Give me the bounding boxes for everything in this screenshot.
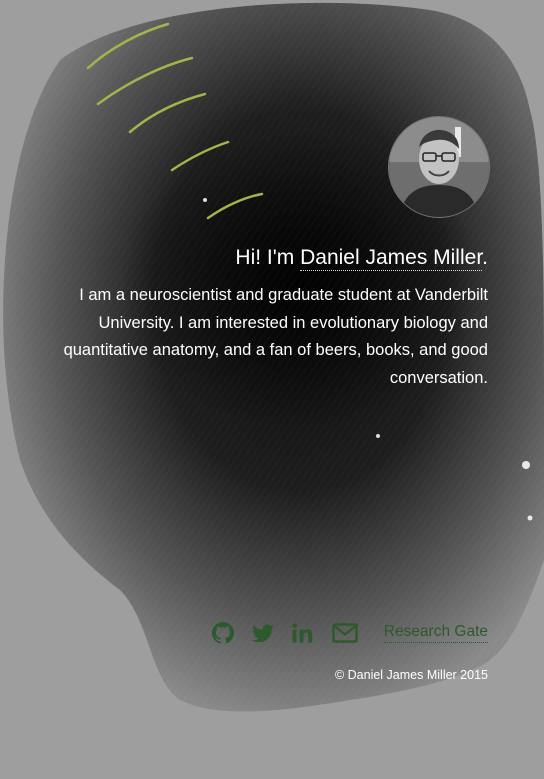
email-link[interactable]	[332, 623, 358, 643]
avatar	[388, 116, 490, 218]
github-icon	[211, 622, 234, 644]
linkedin-link[interactable]	[291, 623, 314, 643]
github-link[interactable]	[211, 622, 234, 644]
greeting-suffix: .	[482, 246, 488, 269]
bio-text: I am a neuroscientist and graduate stude…	[63, 286, 488, 387]
greeting-heading: Hi! I'm Daniel James Miller.	[235, 246, 488, 271]
linkedin-icon	[291, 623, 312, 643]
twitter-icon	[251, 623, 274, 642]
greeting-prefix: Hi! I'm	[235, 246, 301, 269]
research-gate-link[interactable]: Research Gate	[383, 623, 488, 643]
name-link[interactable]: Daniel James Miller	[300, 246, 483, 271]
twitter-link[interactable]	[251, 623, 274, 643]
social-links: Research Gate	[211, 618, 488, 648]
mail-icon	[332, 623, 358, 643]
copyright-footer: © Daniel James Miller 2015	[334, 668, 488, 682]
